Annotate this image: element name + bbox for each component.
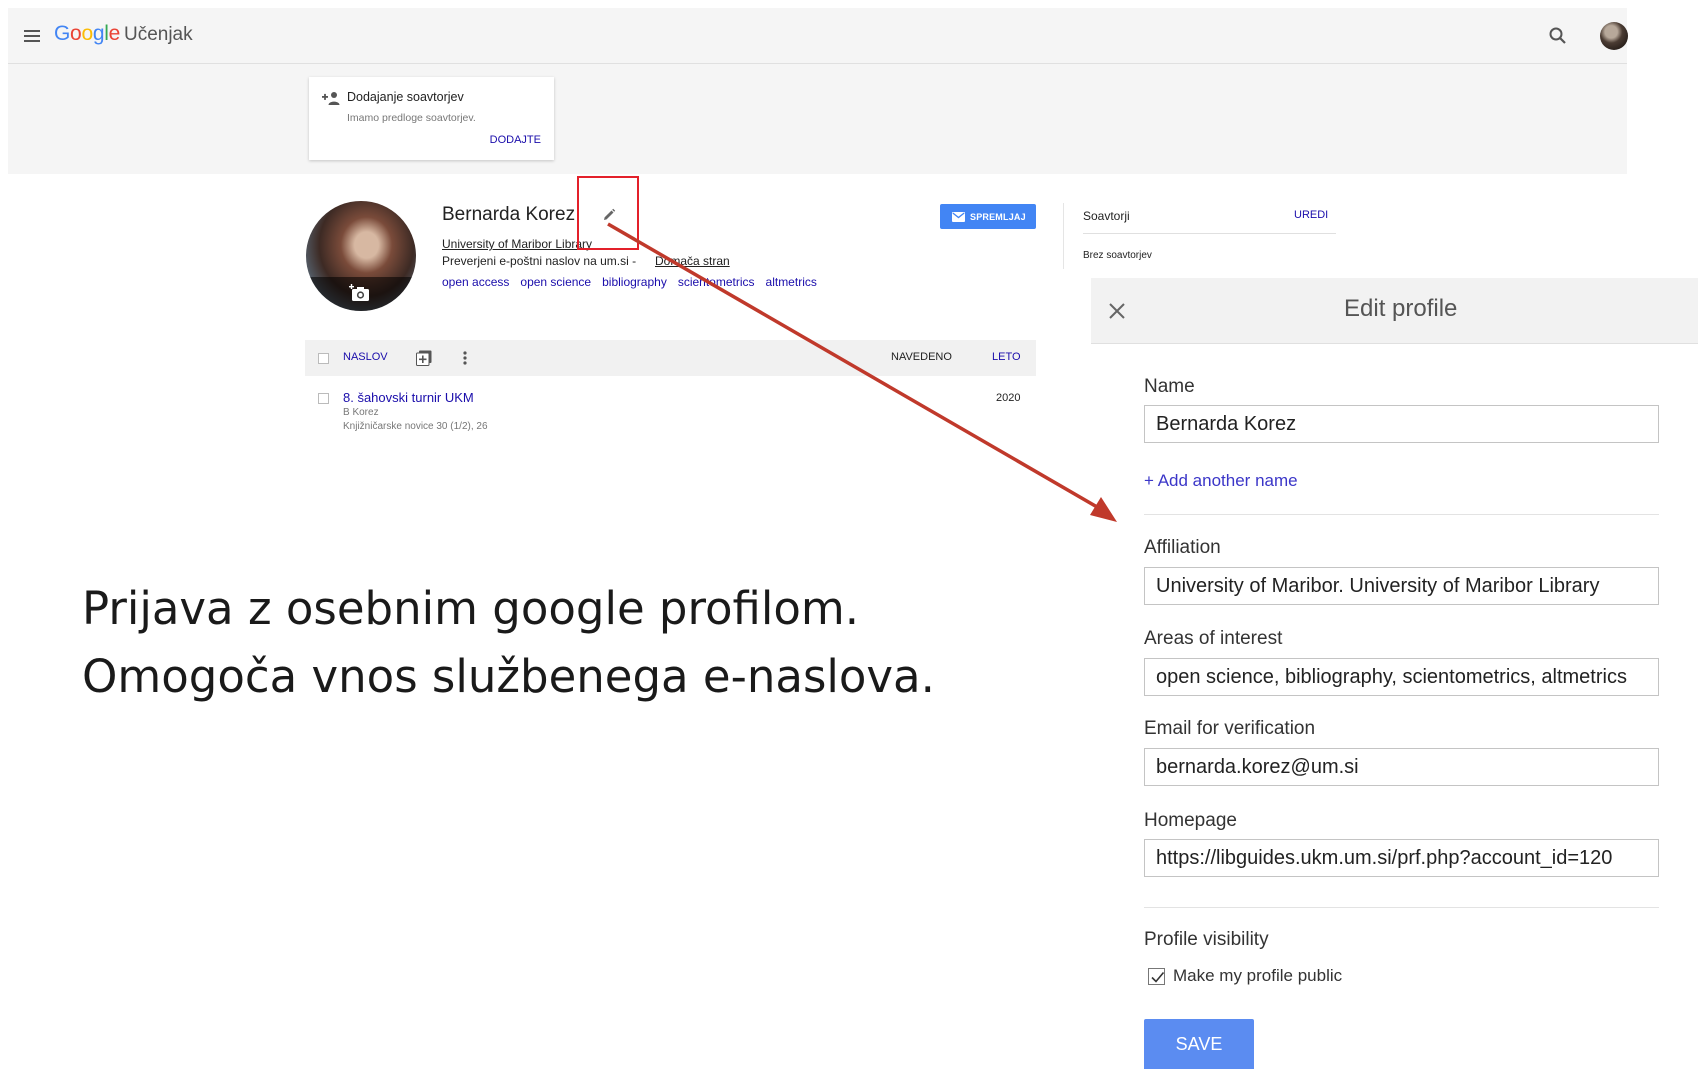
- search-icon[interactable]: [1546, 24, 1570, 48]
- interest-link[interactable]: altmetrics: [766, 275, 817, 289]
- name-field[interactable]: [1144, 405, 1659, 443]
- checkmark-icon: [1151, 971, 1165, 983]
- interests-label: Areas of interest: [1144, 628, 1283, 649]
- homepage-link[interactable]: Domača stran: [655, 254, 730, 268]
- add-coauthors-button[interactable]: DODAJTE: [490, 134, 541, 146]
- profile-affiliation[interactable]: University of Maribor Library: [442, 237, 592, 251]
- article-year: 2020: [996, 392, 1021, 404]
- add-coauthors-card: Dodajanje soavtorjev Imamo predloge soav…: [309, 77, 554, 160]
- more-vert-icon[interactable]: [462, 350, 468, 366]
- add-another-name-link[interactable]: + Add another name: [1144, 471, 1298, 491]
- card-title: Dodajanje soavtorjev: [347, 90, 464, 104]
- interest-link[interactable]: bibliography: [602, 275, 667, 289]
- google-scholar-logo[interactable]: Google Učenjak: [54, 22, 193, 46]
- add-article-icon[interactable]: [416, 350, 432, 366]
- section-divider: [1144, 514, 1659, 515]
- add-person-icon: [322, 92, 340, 105]
- interests-field[interactable]: [1144, 658, 1659, 696]
- affiliation-field[interactable]: [1144, 567, 1659, 605]
- select-all-checkbox[interactable]: [318, 353, 329, 364]
- save-button[interactable]: SAVE: [1144, 1019, 1254, 1069]
- edit-profile-dialog: Edit profile Name + Add another name Aff…: [1091, 278, 1698, 1069]
- homepage-label: Homepage: [1144, 810, 1237, 831]
- sort-by-title[interactable]: NASLOV: [343, 351, 388, 363]
- dialog-title: Edit profile: [1344, 295, 1458, 322]
- coauthors-empty: Brez soavtorjev: [1083, 250, 1152, 261]
- follow-label: SPREMLJAJ: [970, 212, 1026, 222]
- profile-photo[interactable]: [306, 201, 416, 311]
- edit-coauthors-button[interactable]: UREDI: [1294, 209, 1328, 221]
- article-source: Knjižničarske novice 30 (1/2), 26: [343, 421, 488, 432]
- caption-line-1: Prijava z osebnim google profilom.: [82, 582, 860, 635]
- homepage-field[interactable]: [1144, 839, 1659, 877]
- profile-name: Bernarda Korez: [442, 204, 576, 225]
- top-app-bar: Google Učenjak: [8, 8, 1628, 64]
- verified-email: Preverjeni e-poštni naslov na um.si -: [442, 254, 637, 268]
- interest-list: open access open science bibliography scien…: [442, 275, 828, 289]
- profile-banner: [8, 64, 1627, 174]
- article-row-checkbox[interactable]: [318, 393, 329, 404]
- coauthors-title: Soavtorji: [1083, 209, 1130, 223]
- sidebar-divider: [1063, 203, 1064, 269]
- affiliation-label: Affiliation: [1144, 537, 1221, 558]
- caption-line-2: Omogoča vnos službenega e-naslova.: [82, 650, 935, 703]
- annotation-caption: Prijava z osebnim google profilom. Omogo…: [82, 575, 935, 711]
- change-photo-camera-icon[interactable]: [349, 284, 371, 302]
- visibility-label: Profile visibility: [1144, 929, 1269, 950]
- app-name: Učenjak: [123, 24, 193, 45]
- hamburger-menu-icon[interactable]: [22, 26, 42, 46]
- close-icon[interactable]: [1107, 301, 1127, 321]
- article-title[interactable]: 8. šahovski turnir UKM: [343, 390, 474, 405]
- coauthors-divider: [1083, 233, 1336, 234]
- sort-by-cited[interactable]: NAVEDENO: [891, 351, 952, 363]
- section-divider: [1144, 907, 1659, 908]
- account-avatar[interactable]: [1600, 22, 1628, 50]
- articles-table-header: NASLOV NAVEDENO LETO: [305, 340, 1036, 376]
- public-profile-label: Make my profile public: [1173, 966, 1343, 985]
- interest-link[interactable]: open science: [520, 275, 591, 289]
- public-profile-checkbox[interactable]: [1148, 968, 1165, 985]
- sort-by-year[interactable]: LETO: [992, 351, 1021, 363]
- name-label: Name: [1144, 376, 1195, 397]
- email-field[interactable]: [1144, 748, 1659, 786]
- interest-link[interactable]: scientometrics: [678, 275, 755, 289]
- follow-button[interactable]: SPREMLJAJ: [940, 204, 1036, 229]
- mail-icon: [952, 212, 965, 222]
- article-authors: B Korez: [343, 407, 379, 418]
- highlight-box: [577, 176, 639, 250]
- dialog-header: Edit profile: [1091, 278, 1698, 344]
- interest-link[interactable]: open access: [442, 275, 509, 289]
- email-label: Email for verification: [1144, 718, 1316, 739]
- card-subtitle: Imamo predloge soavtorjev.: [347, 112, 476, 124]
